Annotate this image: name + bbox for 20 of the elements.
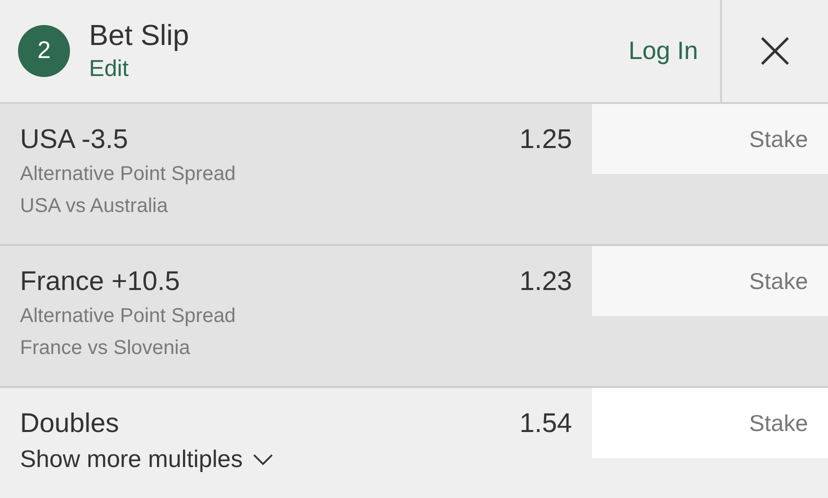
market-name: Alternative Point Spread — [20, 304, 237, 329]
slip-title: Bet Slip — [89, 19, 190, 53]
stake-field[interactable]: Stake — [592, 104, 828, 174]
login-button[interactable]: Log In — [606, 0, 720, 102]
stake-field[interactable]: Stake — [592, 246, 828, 316]
event-name: USA vs Australia — [20, 194, 169, 219]
odds-value: 1.23 — [519, 266, 572, 296]
odds-value: 1.54 — [519, 408, 572, 438]
stake-field[interactable]: Stake — [592, 388, 828, 458]
selection-name: USA -3.5 — [20, 124, 128, 154]
selection-name: France +10.5 — [20, 266, 180, 296]
show-more-toggle[interactable]: Show more multiples — [20, 446, 273, 474]
close-icon — [760, 36, 790, 66]
edit-link[interactable]: Edit — [89, 53, 606, 83]
event-name: France vs Slovenia — [20, 336, 192, 361]
multiple-name: Doubles — [20, 408, 120, 438]
market-name: Alternative Point Spread — [20, 162, 237, 187]
odds-value: 1.25 — [519, 124, 572, 154]
chevron-icon — [252, 454, 273, 466]
count-badge: 2 — [18, 25, 70, 77]
